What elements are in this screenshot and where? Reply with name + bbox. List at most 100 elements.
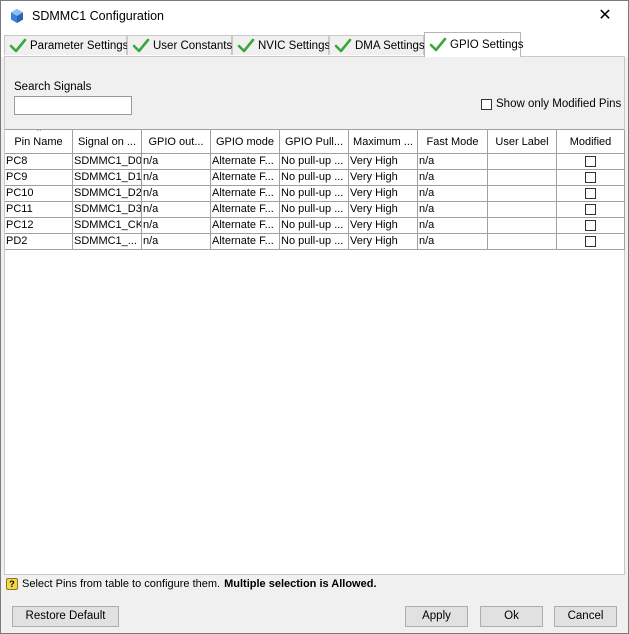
cube-icon (11, 9, 23, 23)
signal-cell: SDMMC1_CK (73, 218, 142, 234)
modified-checkbox[interactable] (585, 236, 596, 247)
tab-gpio-settings[interactable]: GPIO Settings (424, 32, 524, 57)
maximum-speed-cell: Very High (349, 218, 418, 234)
modified-cell (557, 154, 625, 170)
window-title: SDMMC1 Configuration (32, 9, 164, 23)
user-label-cell[interactable] (488, 186, 557, 202)
ok-button[interactable]: Ok (480, 606, 543, 627)
sort-ascending-icon: ^ (37, 130, 41, 136)
signal-cell: SDMMC1_D0 (73, 154, 142, 170)
gpio-mode-cell: Alternate F... (211, 234, 280, 250)
column-header-gpio-pull[interactable]: GPIO Pull... (280, 130, 349, 154)
check-icon (429, 37, 447, 52)
user-label-cell[interactable] (488, 202, 557, 218)
table-row[interactable]: PC9 SDMMC1_D1 n/a Alternate F... No pull… (5, 170, 625, 186)
gpio-output-cell: n/a (142, 218, 211, 234)
fast-mode-cell: n/a (418, 170, 488, 186)
pin-name-cell: PD2 (5, 234, 73, 250)
maximum-speed-cell: Very High (349, 170, 418, 186)
column-header-gpio-output[interactable]: GPIO out... (142, 130, 211, 154)
modified-checkbox[interactable] (585, 188, 596, 199)
gpio-pull-cell: No pull-up ... (280, 234, 349, 250)
table-row[interactable]: PC12 SDMMC1_CK n/a Alternate F... No pul… (5, 218, 625, 234)
fast-mode-cell: n/a (418, 218, 488, 234)
column-header-maximum-speed[interactable]: Maximum ... (349, 130, 418, 154)
status-text: Select Pins from table to configure them… (22, 577, 221, 590)
table-row[interactable]: PC11 SDMMC1_D3 n/a Alternate F... No pul… (5, 202, 625, 218)
status-bold-text: Multiple selection is Allowed. (224, 577, 377, 590)
modified-cell (557, 234, 625, 250)
title-bar: SDMMC1 Configuration ✕ (1, 1, 628, 31)
gpio-pull-cell: No pull-up ... (280, 202, 349, 218)
gpio-pull-cell: No pull-up ... (280, 186, 349, 202)
gpio-output-cell: n/a (142, 170, 211, 186)
column-header-gpio-mode[interactable]: GPIO mode (211, 130, 280, 154)
signal-cell: SDMMC1_D1 (73, 170, 142, 186)
maximum-speed-cell: Very High (349, 154, 418, 170)
check-icon (132, 38, 150, 52)
tab-user-constants[interactable]: User Constants (127, 35, 232, 55)
pin-name-cell: PC11 (5, 202, 73, 218)
pin-name-cell: PC10 (5, 186, 73, 202)
configuration-dialog: SDMMC1 Configuration ✕ Parameter Setting… (0, 0, 629, 634)
tab-nvic-settings[interactable]: NVIC Settings (232, 35, 330, 55)
gpio-mode-cell: Alternate F... (211, 218, 280, 234)
modified-checkbox[interactable] (585, 172, 596, 183)
gpio-pull-cell: No pull-up ... (280, 218, 349, 234)
signal-cell: SDMMC1_D2 (73, 186, 142, 202)
modified-cell (557, 202, 625, 218)
pin-name-cell: PC12 (5, 218, 73, 234)
table-row[interactable]: PC10 SDMMC1_D2 n/a Alternate F... No pul… (5, 186, 625, 202)
user-label-cell[interactable] (488, 170, 557, 186)
gpio-pull-cell: No pull-up ... (280, 154, 349, 170)
gpio-pull-cell: No pull-up ... (280, 170, 349, 186)
fast-mode-cell: n/a (418, 234, 488, 250)
column-header-signal[interactable]: Signal on ... (73, 130, 142, 154)
search-signals-input[interactable] (14, 96, 132, 115)
table-row[interactable]: PD2 SDMMC1_... n/a Alternate F... No pul… (5, 234, 625, 250)
apply-button[interactable]: Apply (405, 606, 468, 627)
tab-label: GPIO Settings (450, 39, 524, 51)
tab-dma-settings[interactable]: DMA Settings (329, 35, 425, 55)
pin-name-cell: PC8 (5, 154, 73, 170)
search-signals-label: Search Signals (14, 81, 92, 93)
column-header-user-label[interactable]: User Label (488, 130, 557, 154)
column-header-fast-mode[interactable]: Fast Mode (418, 130, 488, 154)
signal-cell: SDMMC1_D3 (73, 202, 142, 218)
show-modified-checkbox[interactable] (481, 98, 492, 110)
gpio-pins-table: ^ Pin Name Signal on ... GPIO out... GPI… (5, 129, 625, 575)
check-icon (9, 38, 27, 52)
tab-parameter-settings[interactable]: Parameter Settings (4, 35, 128, 55)
close-button[interactable]: ✕ (582, 1, 628, 31)
maximum-speed-cell: Very High (349, 234, 418, 250)
gpio-mode-cell: Alternate F... (211, 170, 280, 186)
restore-default-button[interactable]: Restore Default (12, 606, 119, 627)
column-header-pin-name[interactable]: ^ Pin Name (5, 130, 73, 154)
user-label-cell[interactable] (488, 154, 557, 170)
check-icon (237, 38, 255, 52)
modified-checkbox[interactable] (585, 220, 596, 231)
signal-cell: SDMMC1_... (73, 234, 142, 250)
gpio-mode-cell: Alternate F... (211, 154, 280, 170)
gpio-output-cell: n/a (142, 234, 211, 250)
gpio-mode-cell: Alternate F... (211, 202, 280, 218)
fast-mode-cell: n/a (418, 186, 488, 202)
maximum-speed-cell: Very High (349, 186, 418, 202)
table-row[interactable]: PC8 SDMMC1_D0 n/a Alternate F... No pull… (5, 154, 625, 170)
modified-checkbox[interactable] (585, 156, 596, 167)
modified-cell (557, 170, 625, 186)
check-icon (334, 38, 352, 52)
gpio-output-cell: n/a (142, 154, 211, 170)
user-label-cell[interactable] (488, 234, 557, 250)
tab-bar: Parameter Settings User Constants NVIC S… (1, 31, 628, 57)
cancel-button[interactable]: Cancel (554, 606, 617, 627)
column-header-modified[interactable]: Modified (557, 130, 625, 154)
modified-checkbox[interactable] (585, 204, 596, 215)
tab-label: User Constants (153, 39, 233, 52)
maximum-speed-cell: Very High (349, 202, 418, 218)
user-label-cell[interactable] (488, 218, 557, 234)
pin-name-cell: PC9 (5, 170, 73, 186)
show-modified-pins-toggle[interactable]: Show only Modified Pins (481, 98, 621, 110)
modified-cell (557, 218, 625, 234)
gpio-settings-panel: Search Signals Show only Modified Pins ^… (4, 56, 625, 592)
